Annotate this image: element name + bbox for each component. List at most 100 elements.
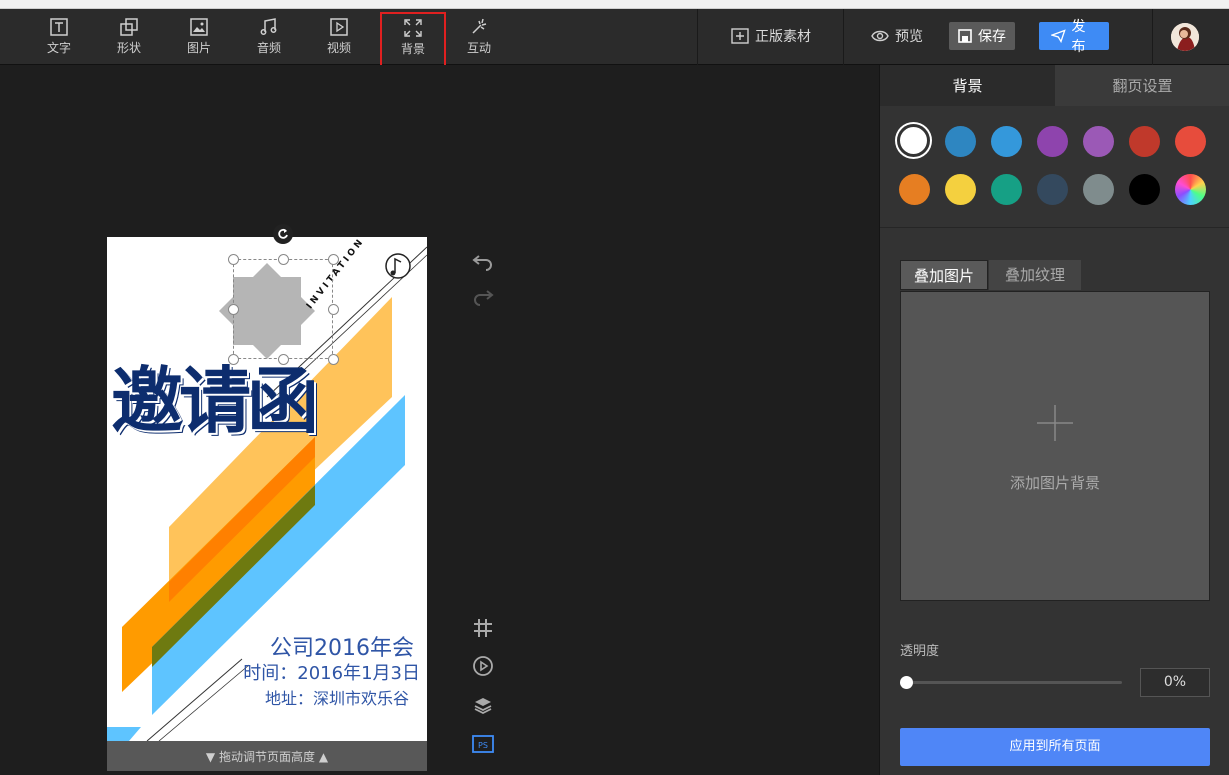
tool-interaction-label: 互动 (466, 41, 491, 55)
browser-top-edge (0, 0, 1229, 9)
layers-button[interactable] (471, 693, 495, 717)
color-swatch-blue[interactable] (945, 126, 976, 157)
top-toolbar: 文字 形状 图片 音频 视频 背景 互动 正版素材 预览 保存 发布 (0, 9, 1229, 68)
color-swatch-orange[interactable] (899, 174, 930, 205)
undo-button[interactable] (471, 250, 495, 274)
play-icon (473, 656, 493, 676)
drag-bar-label: 拖动调节页面高度 (218, 750, 315, 764)
tool-audio-button[interactable]: 音频 (236, 9, 302, 65)
tab-overlay-texture[interactable]: 叠加纹理 (989, 260, 1081, 290)
color-swatch-teal[interactable] (991, 174, 1022, 205)
avatar[interactable] (1171, 23, 1199, 51)
grid-icon (474, 619, 492, 637)
tool-text-button[interactable]: 文字 (26, 9, 92, 65)
opacity-slider-track[interactable] (906, 681, 1122, 684)
color-swatch-purple[interactable] (1037, 126, 1068, 157)
ps-icon: PS (472, 735, 494, 753)
resize-handle[interactable] (228, 254, 239, 265)
tool-image-label: 图片 (186, 41, 211, 55)
selection-box[interactable] (233, 259, 333, 359)
resize-handle[interactable] (228, 354, 239, 365)
resize-handle[interactable] (278, 254, 289, 265)
toolbar-divider (1152, 9, 1153, 65)
rotate-handle[interactable] (273, 224, 293, 244)
tab-page-turn-settings[interactable]: 翻页设置 (1055, 65, 1229, 106)
color-swatch-white[interactable] (897, 124, 930, 157)
licensed-material-label: 正版素材 (755, 29, 811, 45)
resize-handle[interactable] (328, 254, 339, 265)
interaction-icon (472, 18, 487, 34)
music-icon (260, 18, 277, 35)
tool-background-label: 背景 (400, 42, 425, 56)
page-height-drag-bar[interactable]: ▼ 拖动调节页面高度 ▲ (107, 741, 427, 771)
panel-divider (880, 227, 1229, 228)
color-swatch-light-blue[interactable] (991, 126, 1022, 157)
save-icon (958, 29, 972, 43)
save-label: 保存 (978, 29, 1006, 45)
add-background-image-area[interactable]: 添加图片背景 (900, 291, 1210, 601)
corner-blue (107, 727, 141, 741)
redo-icon (474, 290, 494, 306)
color-swatch-gray[interactable] (1083, 174, 1114, 205)
properties-panel: 背景 翻页设置 叠加图片 叠加纹理 添加图片背景 透明度 0% 应用到所有页面 (879, 65, 1229, 775)
ps-import-button[interactable]: PS (471, 732, 495, 756)
grid-button[interactable] (471, 616, 495, 640)
tab-overlay-image[interactable]: 叠加图片 (900, 260, 988, 290)
tool-video-button[interactable]: 视频 (306, 9, 372, 65)
preview-label: 预览 (895, 29, 923, 45)
tool-video-label: 视频 (326, 41, 351, 55)
color-swatch-navy[interactable] (1037, 174, 1068, 205)
video-icon (330, 18, 348, 36)
rotate-icon (278, 228, 288, 239)
tool-background-button[interactable]: 背景 (380, 12, 446, 68)
color-swatch-black[interactable] (1129, 174, 1160, 205)
caret-down-icon: ▼ (205, 750, 216, 764)
add-folder-icon (731, 28, 749, 44)
publish-button[interactable]: 发布 (1039, 19, 1109, 55)
resize-handle[interactable] (228, 304, 239, 315)
color-swatch-dark-red[interactable] (1129, 126, 1160, 157)
custom-color-picker-icon[interactable] (1175, 174, 1206, 205)
tool-interaction-button[interactable]: 互动 (446, 9, 512, 65)
text-icon (50, 18, 68, 36)
tool-shape-label: 形状 (116, 41, 141, 55)
color-swatch-yellow[interactable] (945, 174, 976, 205)
send-icon (1051, 29, 1066, 43)
invitation-time: 时间：2016年1月3日 (243, 663, 420, 684)
tool-shape-button[interactable]: 形状 (96, 9, 162, 65)
resize-handle[interactable] (328, 304, 339, 315)
invitation-event: 公司2016年会 (270, 636, 414, 661)
redo-button[interactable] (471, 285, 495, 309)
apply-to-all-pages-button[interactable]: 应用到所有页面 (900, 728, 1210, 766)
toolbar-divider (843, 9, 844, 65)
resize-handle[interactable] (278, 354, 289, 365)
tool-audio-label: 音频 (256, 41, 281, 55)
tool-image-button[interactable]: 图片 (166, 9, 232, 65)
toolbar-divider (697, 9, 698, 65)
preview-button[interactable]: 预览 (871, 22, 923, 50)
layers-icon (474, 698, 492, 715)
shape-icon (120, 18, 138, 36)
tab-background[interactable]: 背景 (880, 65, 1055, 106)
add-background-label: 添加图片背景 (1009, 474, 1100, 492)
invitation-address: 地址：深圳市欢乐谷 (264, 689, 409, 708)
resize-handle[interactable] (328, 354, 339, 365)
save-button[interactable]: 保存 (949, 22, 1015, 50)
plus-icon (1037, 405, 1073, 441)
color-swatch-red[interactable] (1175, 126, 1206, 157)
svg-text:PS: PS (478, 741, 488, 750)
opacity-slider-handle[interactable] (900, 676, 913, 689)
image-icon (190, 18, 208, 36)
licensed-material-button[interactable]: 正版素材 (731, 22, 811, 50)
opacity-label: 透明度 (900, 644, 940, 659)
play-animation-button[interactable] (471, 654, 495, 678)
caret-up-icon: ▲ (318, 750, 329, 764)
music-toggle-icon (385, 253, 411, 279)
publish-label: 发布 (1071, 19, 1086, 55)
eye-icon (871, 30, 889, 42)
invitation-title: 邀请函 (111, 359, 319, 443)
color-swatch-violet[interactable] (1083, 126, 1114, 157)
opacity-value-field[interactable]: 0% (1140, 668, 1210, 697)
tool-text-label: 文字 (46, 41, 71, 55)
background-icon (404, 19, 422, 37)
